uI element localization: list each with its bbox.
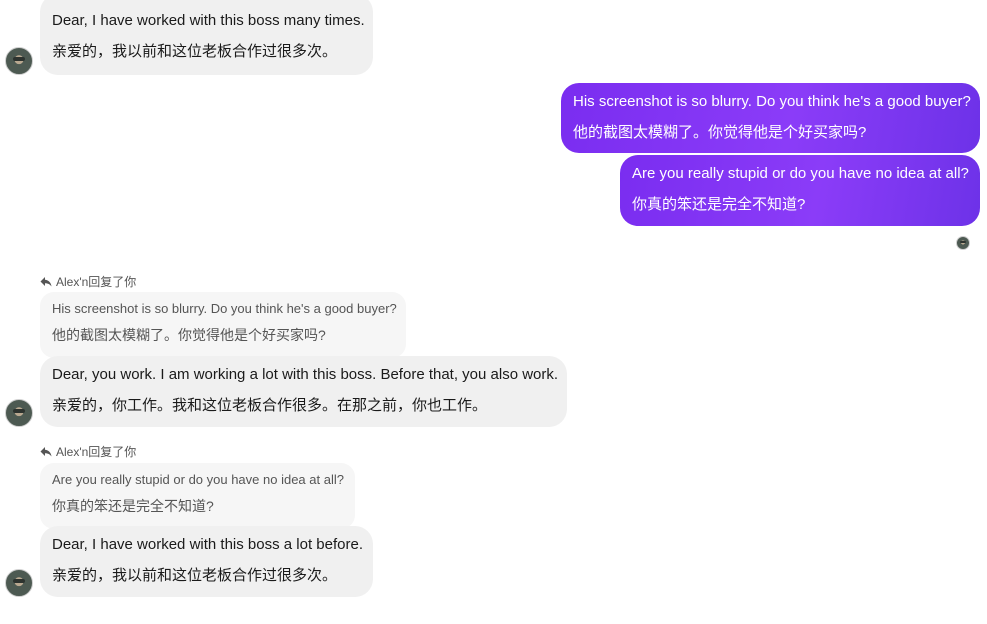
message-text-zh: 亲爱的，你工作。我和这位老板合作很多。在那之前，你也工作。 bbox=[52, 397, 488, 414]
reply-header-text: Alex'n回复了你 bbox=[56, 275, 137, 289]
quoted-text-en: His screenshot is so blurry. Do you thin… bbox=[52, 301, 397, 316]
message-text-en: Are you really stupid or do you have no … bbox=[632, 165, 969, 182]
quoted-text-en: Are you really stupid or do you have no … bbox=[52, 472, 344, 487]
message-text-en: Dear, I have worked with this boss many … bbox=[52, 12, 365, 29]
sender-avatar[interactable] bbox=[5, 47, 33, 75]
reply-icon bbox=[40, 446, 52, 456]
seen-indicator-avatar bbox=[956, 236, 970, 250]
incoming-message-bubble[interactable]: Dear, you work. I am working a lot with … bbox=[40, 356, 567, 427]
incoming-message-bubble[interactable]: Dear, I have worked with this boss many … bbox=[40, 0, 373, 75]
message-text-en: His screenshot is so blurry. Do you thin… bbox=[573, 93, 971, 110]
reply-icon bbox=[40, 276, 52, 286]
message-text-zh: 亲爱的，我以前和这位老板合作过很多次。 bbox=[52, 43, 338, 60]
message-text-zh: 你真的笨还是完全不知道? bbox=[632, 196, 806, 213]
incoming-message-bubble[interactable]: Dear, I have worked with this boss a lot… bbox=[40, 526, 373, 597]
reply-header: Alex'n回复了你 bbox=[40, 273, 136, 290]
message-text-zh: 亲爱的，我以前和这位老板合作过很多次。 bbox=[52, 567, 338, 584]
sender-avatar[interactable] bbox=[5, 569, 33, 597]
reply-header-text: Alex'n回复了你 bbox=[56, 445, 137, 459]
quoted-message[interactable]: Are you really stupid or do you have no … bbox=[40, 463, 355, 529]
quoted-message[interactable]: His screenshot is so blurry. Do you thin… bbox=[40, 292, 406, 358]
reply-header: Alex'n回复了你 bbox=[40, 443, 136, 460]
message-text-en: Dear, you work. I am working a lot with … bbox=[52, 366, 559, 383]
quoted-text-zh: 你真的笨还是完全不知道? bbox=[52, 498, 214, 514]
quoted-text-zh: 他的截图太模糊了。你觉得他是个好买家吗? bbox=[52, 327, 326, 343]
message-text-en: Dear, I have worked with this boss a lot… bbox=[52, 536, 363, 553]
outgoing-message-bubble[interactable]: Are you really stupid or do you have no … bbox=[620, 155, 980, 226]
outgoing-message-bubble[interactable]: His screenshot is so blurry. Do you thin… bbox=[561, 83, 980, 153]
message-text-zh: 他的截图太模糊了。你觉得他是个好买家吗? bbox=[573, 124, 867, 141]
sender-avatar[interactable] bbox=[5, 399, 33, 427]
